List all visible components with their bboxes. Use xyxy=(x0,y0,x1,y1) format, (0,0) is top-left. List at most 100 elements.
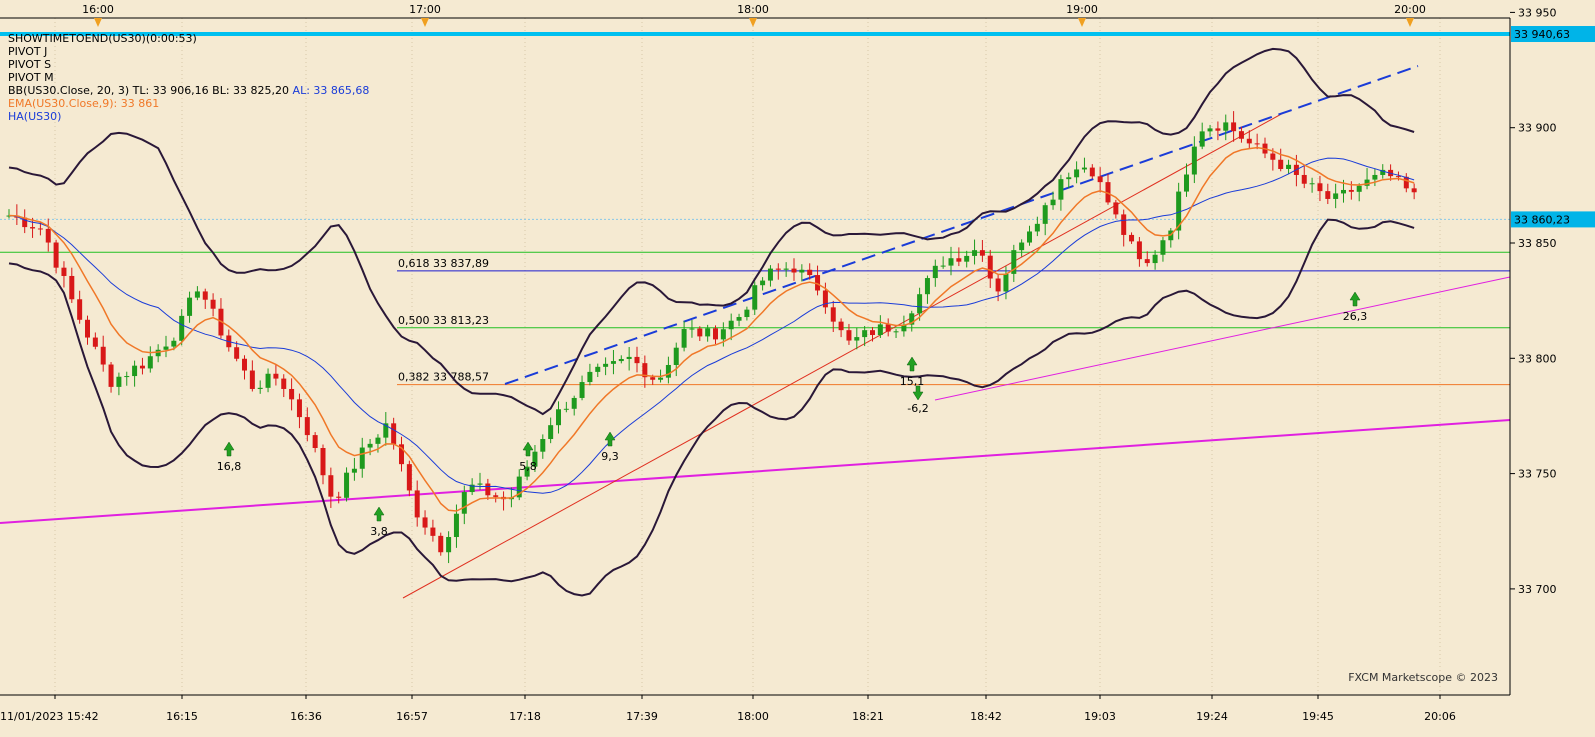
candle-body xyxy=(924,278,930,295)
candle-body xyxy=(414,490,420,518)
y-tick-label: 33 800 xyxy=(1518,352,1557,365)
candle-body xyxy=(69,275,75,300)
candle-body xyxy=(92,337,98,347)
candle-body xyxy=(705,328,711,337)
candle-body xyxy=(30,227,36,229)
legend-row: HA(US30) xyxy=(8,110,62,123)
legend-row: SHOWTIMETOEND(US30)(0:00:53) xyxy=(8,32,197,45)
signal-label: 15,1 xyxy=(900,375,925,388)
candle-body xyxy=(438,535,444,553)
candle-body xyxy=(1160,240,1166,255)
candle-body xyxy=(85,319,90,338)
candle-body xyxy=(132,365,138,377)
candle-body xyxy=(1215,128,1221,131)
candle-body xyxy=(1309,183,1315,185)
candle-body xyxy=(179,315,185,341)
candle-body xyxy=(1317,183,1323,192)
candle-body xyxy=(1113,202,1119,215)
candle-body xyxy=(1341,189,1346,194)
candle-body xyxy=(391,423,397,445)
candle-body xyxy=(163,346,169,350)
candle-body xyxy=(139,365,145,369)
candle-body xyxy=(548,425,554,440)
candle-body xyxy=(281,378,287,389)
candle-body xyxy=(77,299,83,320)
candle-body xyxy=(108,364,114,387)
candle-body xyxy=(595,366,601,372)
candle-body xyxy=(194,291,200,298)
legend-row: BB(US30.Close, 20, 3) TL: 33 906,16 BL: … xyxy=(8,84,369,97)
x-tick-label: 19:03 xyxy=(1084,710,1116,723)
x-tick-label: 18:42 xyxy=(970,710,1002,723)
candle-body xyxy=(972,250,978,256)
candle-body xyxy=(744,309,750,318)
candle-body xyxy=(713,328,718,340)
candle-body xyxy=(673,347,679,365)
candle-body xyxy=(147,356,153,369)
candle-body xyxy=(304,417,310,436)
candle-body xyxy=(877,324,883,336)
legend-part: BB(US30.Close, 20, 3) TL: 33 906,16 BL: … xyxy=(8,84,293,97)
candle-body xyxy=(587,371,593,383)
candle-body xyxy=(116,376,122,387)
legend-row: EMA(US30.Close,9): 33 861 xyxy=(8,97,160,110)
x-tick-label: 18:00 xyxy=(737,710,769,723)
candle-body xyxy=(579,382,585,398)
candle-body xyxy=(53,242,59,268)
candle-body xyxy=(336,496,342,498)
candle-body xyxy=(1081,167,1087,170)
candle-body xyxy=(846,330,852,341)
candle-body xyxy=(1411,188,1417,193)
candle-body xyxy=(493,495,499,497)
candle-body xyxy=(171,340,177,347)
legend-row: PIVOT J xyxy=(8,45,48,58)
candle-body xyxy=(571,397,577,409)
candle-body xyxy=(344,472,350,498)
trend-line-red xyxy=(402,111,1286,599)
signal-label: 16,8 xyxy=(217,460,242,473)
candle-body xyxy=(948,258,954,266)
indicator-legend: SHOWTIMETOEND(US30)(0:00:53) PIVOT J PIVOT… xyxy=(8,32,369,123)
x-tick-label: 16:36 xyxy=(290,710,322,723)
x-tick-label: 17:18 xyxy=(509,710,541,723)
candle-body xyxy=(1066,177,1072,180)
candle-body xyxy=(202,291,208,300)
candle-body xyxy=(995,278,1001,292)
candle-body xyxy=(1207,128,1213,132)
candle-body xyxy=(940,265,946,267)
fib-label: 0,500 33 813,23 xyxy=(398,314,489,327)
candle-body xyxy=(650,377,656,380)
candle-body xyxy=(1089,167,1095,177)
y-tick-label: 33 850 xyxy=(1518,237,1557,250)
candle-body xyxy=(689,328,695,330)
candle-body xyxy=(610,361,616,364)
candle-body xyxy=(422,517,428,528)
candle-body xyxy=(854,337,860,341)
candle-body xyxy=(634,356,640,364)
candle-body xyxy=(870,330,875,336)
candle-body xyxy=(1003,273,1009,292)
x-tick-label: 16:57 xyxy=(396,710,428,723)
candle-body xyxy=(1019,242,1025,251)
x-tick-label: 19:24 xyxy=(1196,710,1228,723)
x-tick-label: 11/01/2023 15:42 xyxy=(0,710,99,723)
signal-label: 3,8 xyxy=(370,525,388,538)
time-marker xyxy=(1406,18,1414,27)
candle-body xyxy=(1027,231,1032,243)
candle-body xyxy=(1121,214,1127,235)
price-tag-label: 33 860,23 xyxy=(1514,213,1570,226)
candle-body xyxy=(257,387,263,389)
legend-row: PIVOT S xyxy=(8,58,52,71)
candle-body xyxy=(61,267,67,276)
candle-body xyxy=(885,324,891,332)
candle-body xyxy=(807,269,813,276)
watermark: FXCM Marketscope © 2023 xyxy=(1348,671,1498,684)
candle-body xyxy=(752,285,758,310)
time-marker xyxy=(421,18,429,27)
candle-body xyxy=(1050,199,1056,206)
candles xyxy=(6,111,1417,564)
signal-label: 9,3 xyxy=(601,450,619,463)
candle-body xyxy=(367,443,373,448)
candle-body xyxy=(453,513,459,538)
candle-body xyxy=(697,328,703,337)
